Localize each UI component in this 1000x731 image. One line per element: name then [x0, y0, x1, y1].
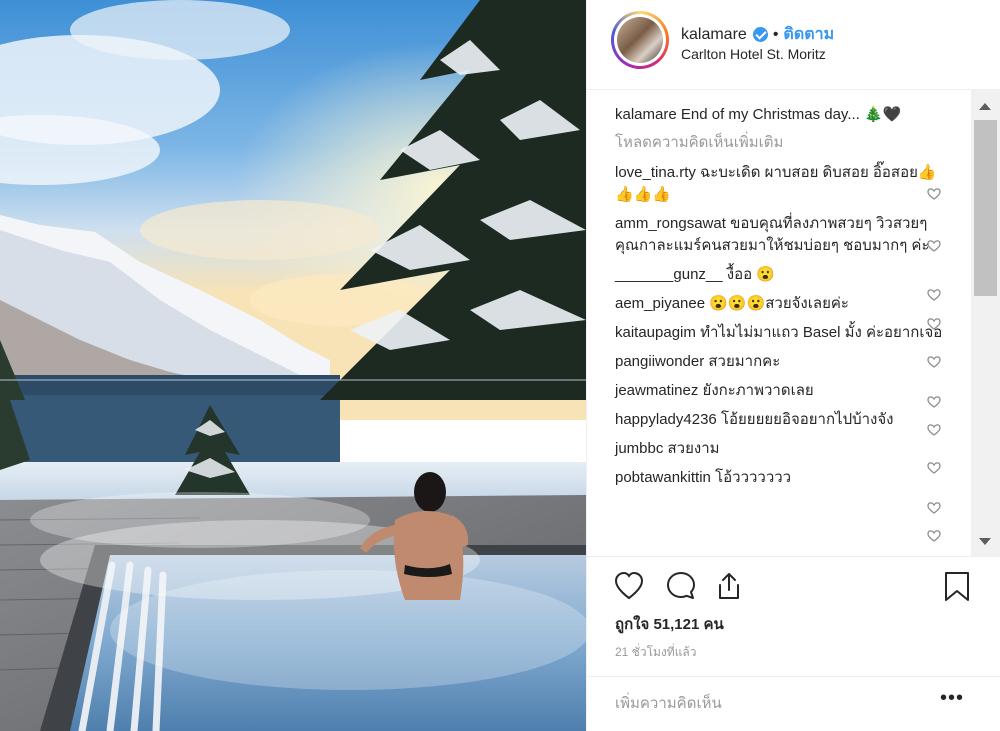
likes-count[interactable]: ถูกใจ 51,121 คน [615, 612, 724, 636]
comment-text: สวยมากคะ [708, 353, 781, 370]
comment-text: สวยงาม [667, 440, 720, 457]
comment-like-heart-icon [927, 424, 941, 436]
comment-username[interactable]: jumbbc [615, 440, 663, 457]
comment-item: happylady4236 โอ้ยยยยยอิจอยากไปบ้างจัง [615, 409, 945, 431]
comment-like-column [927, 188, 941, 542]
comment-text: โอ้ววววววว [715, 469, 792, 486]
comment-username[interactable]: amm_rongsawat [615, 215, 726, 232]
avatar[interactable] [611, 11, 669, 69]
avatar-image [617, 17, 663, 63]
verified-icon [752, 27, 768, 42]
comment-item: pangiiwonder สวยมากคะ [615, 351, 945, 373]
comment-like-heart-icon [927, 356, 941, 368]
comment-username[interactable]: pobtawankittin [615, 469, 711, 486]
comment-item: jumbbc สวยงาม [615, 438, 945, 460]
comment-text: ทำไมไม่มาแถว Basel มั้ง ค่ะอยากเจอ [700, 324, 943, 341]
comment-item: kaitaupagim ทำไมไม่มาแถว Basel มั้ง ค่ะอ… [615, 322, 945, 344]
post-header: kalamare • ติดตาม Carlton Hotel St. Mori… [587, 0, 1000, 90]
add-comment-input[interactable]: เพิ่มความคิดเห็น [615, 691, 722, 715]
comment-text: ยังกะภาพวาดเลย [702, 382, 814, 399]
caption: kalamare End of my Christmas day... 🎄🖤 [615, 104, 945, 126]
add-comment-bar: เพิ่มความคิดเห็น ••• [587, 676, 1000, 731]
comment-username[interactable]: _______gunz__ [615, 266, 723, 283]
comment-like-heart-icon [927, 188, 941, 200]
comment-like-heart-icon [927, 289, 941, 301]
comment-item: jeawmatinez ยังกะภาพวาดเลย [615, 380, 945, 402]
scroll-thumb [974, 120, 997, 296]
post-photo[interactable] [0, 0, 586, 731]
comment-username[interactable]: jeawmatinez [615, 382, 698, 399]
photo-scene [0, 0, 586, 731]
comment-like-heart-icon [927, 396, 941, 408]
caption-username[interactable]: kalamare [615, 106, 677, 123]
share-icon[interactable] [713, 571, 745, 601]
post-actions: ถูกใจ 51,121 คน 21 ชั่วโมงที่แล้ว [587, 556, 1000, 676]
comment-text: 😮😮😮สวยจังเลยค่ะ [709, 295, 849, 312]
username-link[interactable]: kalamare [681, 26, 747, 44]
separator-dot: • [772, 25, 779, 43]
comment-item: aem_piyanee 😮😮😮สวยจังเลยค่ะ [615, 293, 945, 315]
comments-section[interactable]: kalamare End of my Christmas day... 🎄🖤 โ… [587, 90, 1000, 556]
comment-list: kalamare End of my Christmas day... 🎄🖤 โ… [615, 104, 945, 496]
comment-item: amm_rongsawat ขอบคุณที่ลงภาพสวยๆ วิวสวยๆ… [615, 213, 945, 257]
comment-username[interactable]: love_tina.rty [615, 164, 696, 181]
comment-username[interactable]: pangiiwonder [615, 353, 704, 370]
comment-like-heart-icon [927, 240, 941, 252]
load-more-comments-button[interactable]: โหลดความคิดเห็นเพิ่มเติม [615, 132, 945, 154]
comment-username[interactable]: happylady4236 [615, 411, 717, 428]
comment-text: โอ้ยยยยยอิจอยากไปบ้างจัง [720, 411, 894, 428]
comment-text: งื้ออ 😮 [726, 266, 775, 283]
post-timestamp[interactable]: 21 ชั่วโมงที่แล้ว [615, 643, 697, 662]
bookmark-icon[interactable] [943, 571, 971, 603]
follow-button[interactable]: ติดตาม [783, 22, 834, 47]
heart-icon[interactable] [613, 571, 645, 601]
comment-like-heart-icon [927, 502, 941, 514]
comment-like-heart-icon [927, 530, 941, 542]
comment-like-heart-icon [927, 318, 941, 330]
post-panel: kalamare • ติดตาม Carlton Hotel St. Mori… [587, 0, 1000, 731]
comments-scrollbar[interactable] [971, 90, 1000, 556]
comment-item: love_tina.rty ฉะบะเดิด ผาบสอย ดิบสอย อิ๊… [615, 162, 945, 206]
comment-item: _______gunz__ งื้ออ 😮 [615, 264, 945, 286]
username-row: kalamare • ติดตาม [681, 22, 834, 47]
more-options-icon[interactable]: ••• [940, 687, 964, 710]
comment-icon[interactable] [665, 571, 697, 601]
comment-like-heart-icon [927, 462, 941, 474]
location-link[interactable]: Carlton Hotel St. Moritz [681, 46, 826, 62]
comment-username[interactable]: aem_piyanee [615, 295, 705, 312]
comment-item: pobtawankittin โอ้ววววววว [615, 467, 945, 489]
comment-username[interactable]: kaitaupagim [615, 324, 696, 341]
caption-text: End of my Christmas day... 🎄🖤 [680, 106, 902, 123]
